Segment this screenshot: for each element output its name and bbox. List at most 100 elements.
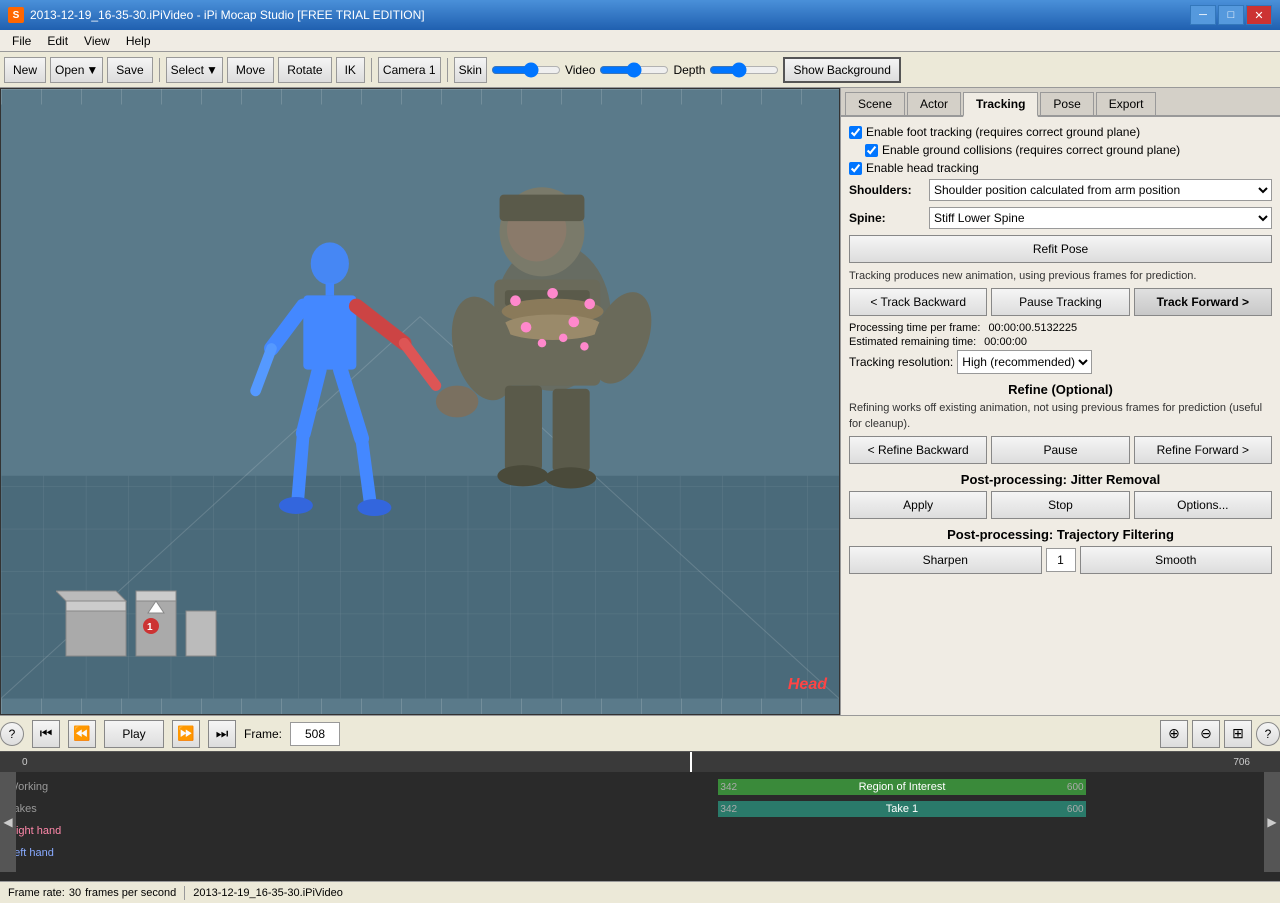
frame-label: Frame: [244,727,282,741]
track-bar-area-takes: 342 Take 1 600 [200,800,1280,818]
menu-file[interactable]: File [4,32,39,50]
estimated-remaining-row: Estimated remaining time: 00:00:00 [849,336,1272,348]
track-forward-button[interactable]: Track Forward > [1134,288,1272,316]
head-tracking-row: Enable head tracking [849,161,1272,175]
timeline-nav-left[interactable]: ◀ [0,772,16,872]
playhead[interactable] [690,752,692,772]
trajectory-value: 1 [1046,548,1076,572]
head-tracking-label: Enable head tracking [866,161,979,175]
jitter-btn-group: Apply Stop Options... [849,491,1272,519]
menu-view[interactable]: View [76,32,118,50]
timeline-ruler: 0 706 [0,752,1280,772]
refine-btn-group: < Refine Backward Pause Refine Forward > [849,436,1272,464]
menu-edit[interactable]: Edit [39,32,76,50]
track-row-right-hand: Right hand [0,820,1280,842]
spine-row: Spine: Stiff Lower Spine [849,207,1272,229]
depth-slider-container [709,62,779,78]
track-label-left-hand: Left hand [0,847,200,859]
rotate-button[interactable]: Rotate [278,57,331,83]
sharpen-button[interactable]: Sharpen [849,546,1042,574]
step-backward-button[interactable]: ⏪ [68,720,96,748]
frame-rate-label: Frame rate: [8,887,65,899]
options-button[interactable]: Options... [1134,491,1272,519]
minimize-button[interactable]: ─ [1190,5,1216,25]
new-button[interactable]: New [4,57,46,83]
refine-backward-button[interactable]: < Refine Backward [849,436,987,464]
app-icon: S [8,7,24,23]
show-background-button[interactable]: Show Background [783,57,900,83]
bottom-controls: ? ⏮ ⏪ Play ⏩ ⏭ Frame: ⊕ ⊖ ⊞ ? [0,715,1280,751]
zoom-in-button[interactable]: ⊕ [1160,720,1188,748]
resolution-select[interactable]: High (recommended) [957,350,1092,374]
ground-collisions-row: Enable ground collisions (requires corre… [849,143,1272,157]
track-btn-group: < Track Backward Pause Tracking Track Fo… [849,288,1272,316]
track-label-takes: Takes [0,803,200,815]
go-to-end-button[interactable]: ⏭ [208,720,236,748]
tab-scene[interactable]: Scene [845,92,905,115]
refine-forward-button[interactable]: Refine Forward > [1134,436,1272,464]
spine-select[interactable]: Stiff Lower Spine [929,207,1272,229]
ground-collisions-label: Enable ground collisions (requires corre… [882,143,1180,157]
step-forward-button[interactable]: ⏩ [172,720,200,748]
camera-dropdown[interactable]: Camera 1 [378,57,441,83]
toolbar: New Open ▼ Save Select ▼ Move Rotate IK … [0,52,1280,88]
maximize-button[interactable]: □ [1218,5,1244,25]
frame-input[interactable] [290,722,340,746]
menu-bar: File Edit View Help [0,30,1280,52]
zoom-out-button[interactable]: ⊖ [1192,720,1220,748]
window-controls: ─ □ ✕ [1190,5,1272,25]
shoulders-select[interactable]: Shoulder position calculated from arm po… [929,179,1272,201]
tab-tracking[interactable]: Tracking [963,92,1038,117]
pause-button[interactable]: Pause [991,436,1129,464]
track-bar-takes[interactable]: 342 Take 1 600 [718,801,1085,817]
pause-tracking-button[interactable]: Pause Tracking [991,288,1129,316]
close-button[interactable]: ✕ [1246,5,1272,25]
go-to-start-button[interactable]: ⏮ [32,720,60,748]
smooth-button[interactable]: Smooth [1080,546,1273,574]
play-button[interactable]: Play [104,720,164,748]
skin-dropdown[interactable]: Skin [454,57,487,83]
tab-actor[interactable]: Actor [907,92,961,115]
video-slider-container [599,62,669,78]
estimated-remaining-label: Estimated remaining time: [849,336,976,348]
refit-pose-button[interactable]: Refit Pose [849,235,1272,263]
tabs: Scene Actor Tracking Pose Export [841,88,1280,117]
main-content: 1 Head Scene Actor Tracking Pose Export … [0,88,1280,715]
tab-pose[interactable]: Pose [1040,92,1093,115]
open-dropdown[interactable]: Open ▼ [50,57,103,83]
help-right-button[interactable]: ? [1256,722,1280,746]
foot-tracking-checkbox[interactable] [849,126,862,139]
help-left-button[interactable]: ? [0,722,24,746]
refine-title: Refine (Optional) [849,382,1272,397]
trajectory-row: Sharpen 1 Smooth [849,546,1272,574]
skin-slider-container [491,62,561,78]
stop-button[interactable]: Stop [991,491,1129,519]
video-slider[interactable] [599,62,669,78]
track-bar-area-right-hand [200,822,1280,840]
shoulders-label: Shoulders: [849,183,929,197]
apply-button[interactable]: Apply [849,491,987,519]
zoom-controls: ⊕ ⊖ ⊞ ? [1160,720,1280,748]
viewport[interactable]: 1 Head [0,88,840,715]
ground-collisions-checkbox[interactable] [865,144,878,157]
select-dropdown[interactable]: Select ▼ [166,57,223,83]
move-button[interactable]: Move [227,57,274,83]
foot-tracking-label: Enable foot tracking (requires correct g… [866,125,1140,139]
track-row-working: Working 342 Region of Interest 600 [0,776,1280,798]
resolution-row: Tracking resolution: High (recommended) [849,350,1272,374]
track-label-right-hand: Right hand [0,825,200,837]
tab-export[interactable]: Export [1096,92,1157,115]
ik-button[interactable]: IK [336,57,365,83]
track-bar-working[interactable]: 342 Region of Interest 600 [718,779,1085,795]
skin-slider[interactable] [491,62,561,78]
depth-slider[interactable] [709,62,779,78]
zoom-fit-button[interactable]: ⊞ [1224,720,1252,748]
resolution-label: Tracking resolution: [849,355,953,369]
sep3 [447,58,448,82]
track-backward-button[interactable]: < Track Backward [849,288,987,316]
status-divider [184,886,185,900]
head-tracking-checkbox[interactable] [849,162,862,175]
menu-help[interactable]: Help [118,32,159,50]
timeline-area: 0 706 ◀ ▶ Working 342 Region of Interest… [0,751,1280,881]
save-button[interactable]: Save [107,57,152,83]
